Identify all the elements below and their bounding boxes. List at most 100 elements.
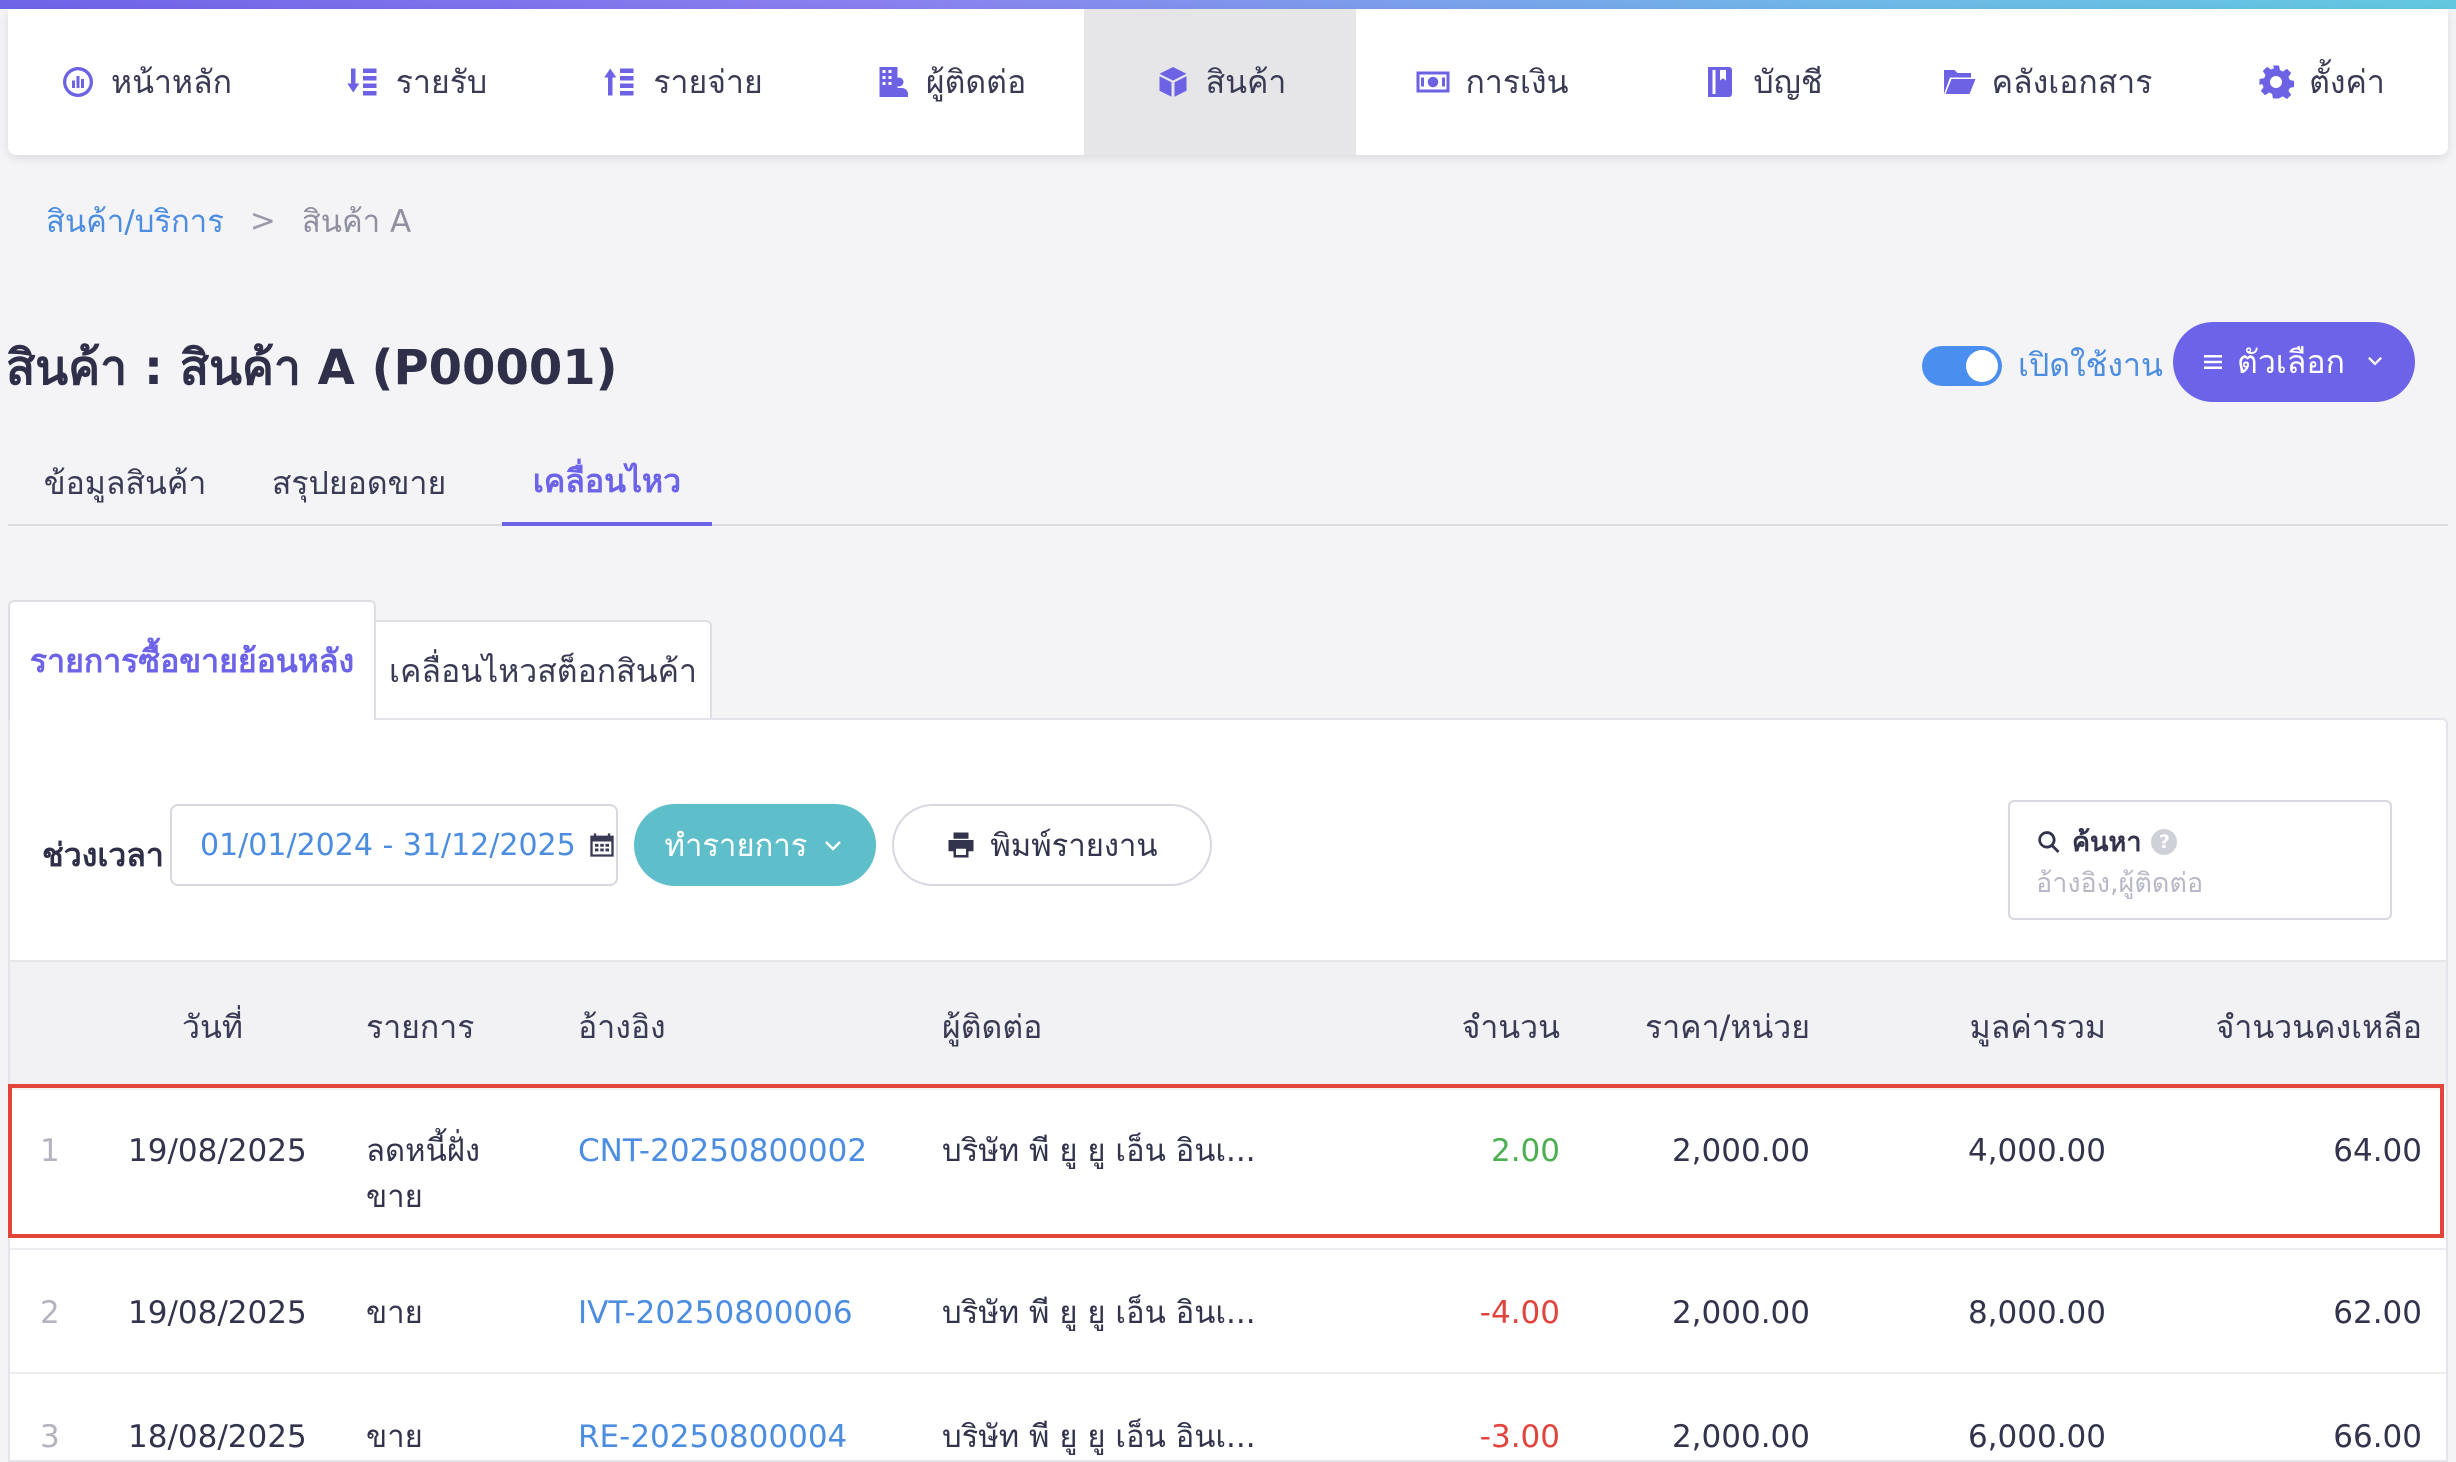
row-total: 8,000.00 bbox=[1967, 1295, 2106, 1331]
nav-item-expense[interactable]: รายจ่าย bbox=[548, 9, 816, 155]
row-type: ลดหนี้ฝั่งขาย bbox=[366, 1133, 481, 1215]
row-index: 3 bbox=[40, 1419, 60, 1455]
row-contact: บริษัท พี ยู ยู เอ็น อินเ... bbox=[942, 1419, 1256, 1455]
subtab-transaction-history[interactable]: รายการซื้อขายย้อนหลัง bbox=[8, 600, 376, 720]
nav-item-home[interactable]: หน้าหลัก bbox=[8, 9, 283, 155]
box-icon bbox=[1154, 63, 1192, 101]
breadcrumb-separator: > bbox=[249, 203, 276, 239]
chevron-down-icon bbox=[825, 841, 842, 851]
table-row[interactable]: 2 19/08/2025 ขาย IVT-20250800006 บริษัท … bbox=[10, 1250, 2446, 1374]
search-label: ค้นหา bbox=[2072, 827, 2142, 858]
subtab-stock-movement[interactable]: เคลื่อนไหวสต็อกสินค้า bbox=[374, 620, 712, 720]
row-unit-price: 2,000.00 bbox=[1671, 1419, 1810, 1455]
row-date: 18/08/2025 bbox=[128, 1419, 307, 1455]
nav-label-products: สินค้า bbox=[1205, 62, 1287, 101]
column-header-total[interactable]: มูลค่ารวม bbox=[1890, 962, 2106, 1092]
tab-movement[interactable]: เคลื่อนไหว bbox=[502, 440, 712, 526]
gear-icon bbox=[2257, 63, 2295, 101]
main-nav: หน้าหลัก รายรับ รายจ่าย ผู้ติดต่อ สินค้า… bbox=[8, 9, 2448, 155]
nav-label-finance: การเงิน bbox=[1465, 62, 1569, 101]
money-icon bbox=[1414, 63, 1452, 101]
table-row[interactable]: 1 19/08/2025 ลดหนี้ฝั่งขาย CNT-202508000… bbox=[10, 1090, 2446, 1250]
table-row[interactable]: 3 18/08/2025 ขาย RE-20250800004 บริษัท พ… bbox=[10, 1374, 2446, 1460]
row-unit-price: 2,000.00 bbox=[1671, 1295, 1810, 1331]
row-unit-price: 2,000.00 bbox=[1671, 1133, 1810, 1169]
column-header-reference[interactable]: อ้างอิง bbox=[578, 962, 666, 1092]
print-report-button[interactable]: พิมพ์รายงาน bbox=[892, 804, 1212, 886]
help-icon[interactable]: ? bbox=[2151, 828, 2178, 855]
nav-item-accounting[interactable]: บัญชี bbox=[1626, 9, 1898, 155]
tab-sales-summary[interactable]: สรุปยอดขาย bbox=[242, 440, 476, 526]
table-header: วันที่ รายการ อ้างอิง ผู้ติดต่อ จำนวน รา… bbox=[10, 960, 2446, 1092]
search-icon bbox=[2038, 830, 2060, 853]
nav-label-settings: ตั้งค่า bbox=[2309, 62, 2385, 101]
active-toggle-group: เปิดใช้งาน bbox=[1922, 340, 2163, 391]
row-date: 19/08/2025 bbox=[128, 1295, 307, 1331]
ledger-icon bbox=[1701, 63, 1739, 101]
row-contact: บริษัท พี ยู ยู เอ็น อินเ... bbox=[942, 1133, 1256, 1169]
nav-label-accounting: บัญชี bbox=[1753, 62, 1823, 101]
nav-label-expense: รายจ่าย bbox=[653, 62, 763, 101]
options-button[interactable]: ตัวเลือก bbox=[2173, 322, 2415, 402]
make-transaction-label: ทำรายการ bbox=[664, 828, 808, 864]
active-toggle-label: เปิดใช้งาน bbox=[2018, 346, 2163, 384]
row-contact: บริษัท พี ยู ยู เอ็น อินเ... bbox=[942, 1295, 1256, 1331]
row-total: 4,000.00 bbox=[1967, 1133, 2106, 1169]
toggle-knob bbox=[1966, 349, 1998, 382]
breadcrumb-products-link[interactable]: สินค้า/บริการ bbox=[46, 196, 224, 246]
breadcrumb: สินค้า/บริการ > สินค้า A bbox=[46, 196, 411, 246]
column-header-unit-price[interactable]: ราคา/หน่วย bbox=[1610, 962, 1810, 1092]
dashboard-icon bbox=[59, 63, 97, 101]
active-toggle[interactable] bbox=[1922, 345, 2002, 386]
nav-item-contacts[interactable]: ผู้ติดต่อ bbox=[816, 9, 1084, 155]
income-icon bbox=[344, 63, 382, 101]
options-label: ตัวเลือก bbox=[2237, 342, 2345, 381]
expense-icon bbox=[601, 63, 639, 101]
top-accent-bar bbox=[0, 0, 2456, 9]
transactions-panel: ช่วงเวลา 01/01/2024 - 31/12/2025 ทำรายกา… bbox=[8, 718, 2448, 1462]
tab-product-info[interactable]: ข้อมูลสินค้า bbox=[8, 440, 242, 526]
column-header-date[interactable]: วันที่ bbox=[182, 962, 243, 1092]
nav-item-products[interactable]: สินค้า bbox=[1084, 9, 1356, 155]
make-transaction-button[interactable]: ทำรายการ bbox=[634, 804, 876, 886]
nav-item-income[interactable]: รายรับ bbox=[283, 9, 548, 155]
row-index: 2 bbox=[40, 1295, 60, 1331]
column-header-type[interactable]: รายการ bbox=[366, 962, 474, 1092]
chevron-down-icon bbox=[2367, 356, 2382, 366]
row-balance: 66.00 bbox=[2333, 1419, 2422, 1455]
column-header-balance[interactable]: จำนวนคงเหลือ bbox=[2160, 962, 2422, 1092]
search-title: ค้นหา ? bbox=[2036, 820, 2178, 863]
calendar-icon bbox=[590, 833, 614, 857]
row-quantity: -3.00 bbox=[1479, 1419, 1560, 1455]
nav-label-documents: คลังเอกสาร bbox=[1991, 62, 2153, 101]
date-range-value: 01/01/2024 - 31/12/2025 bbox=[200, 827, 576, 863]
column-header-quantity[interactable]: จำนวน bbox=[1380, 962, 1560, 1092]
row-balance: 62.00 bbox=[2333, 1295, 2422, 1331]
date-range-picker[interactable]: 01/01/2024 - 31/12/2025 bbox=[170, 804, 618, 886]
printer-icon bbox=[948, 832, 974, 858]
menu-icon bbox=[2204, 355, 2223, 369]
period-label: ช่วงเวลา bbox=[42, 836, 164, 874]
breadcrumb-current: สินค้า A bbox=[301, 204, 412, 240]
nav-label-home: หน้าหลัก bbox=[110, 62, 232, 101]
page-title: สินค้า : สินค้า A (P00001) bbox=[6, 340, 618, 396]
nav-item-documents[interactable]: คลังเอกสาร bbox=[1898, 9, 2194, 155]
row-date: 19/08/2025 bbox=[128, 1133, 307, 1169]
row-type: ขาย bbox=[366, 1419, 423, 1455]
row-total: 6,000.00 bbox=[1967, 1419, 2106, 1455]
contacts-icon bbox=[874, 63, 912, 101]
nav-item-finance[interactable]: การเงิน bbox=[1356, 9, 1626, 155]
row-reference-link[interactable]: IVT-20250800006 bbox=[578, 1290, 853, 1336]
nav-label-income: รายรับ bbox=[395, 62, 488, 101]
row-balance: 64.00 bbox=[2333, 1133, 2422, 1169]
column-header-contact[interactable]: ผู้ติดต่อ bbox=[942, 962, 1042, 1092]
search-box[interactable]: ค้นหา ? bbox=[2008, 800, 2392, 920]
row-index: 1 bbox=[40, 1133, 60, 1169]
row-reference-link[interactable]: CNT-20250800002 bbox=[578, 1128, 867, 1174]
nav-item-settings[interactable]: ตั้งค่า bbox=[2194, 9, 2448, 155]
row-quantity: 2.00 bbox=[1490, 1133, 1560, 1169]
row-type: ขาย bbox=[366, 1295, 423, 1331]
search-input[interactable] bbox=[2036, 868, 2366, 899]
row-reference-link[interactable]: RE-20250800004 bbox=[578, 1414, 847, 1460]
product-tabs: ข้อมูลสินค้า สรุปยอดขาย เคลื่อนไหว bbox=[8, 440, 2448, 526]
